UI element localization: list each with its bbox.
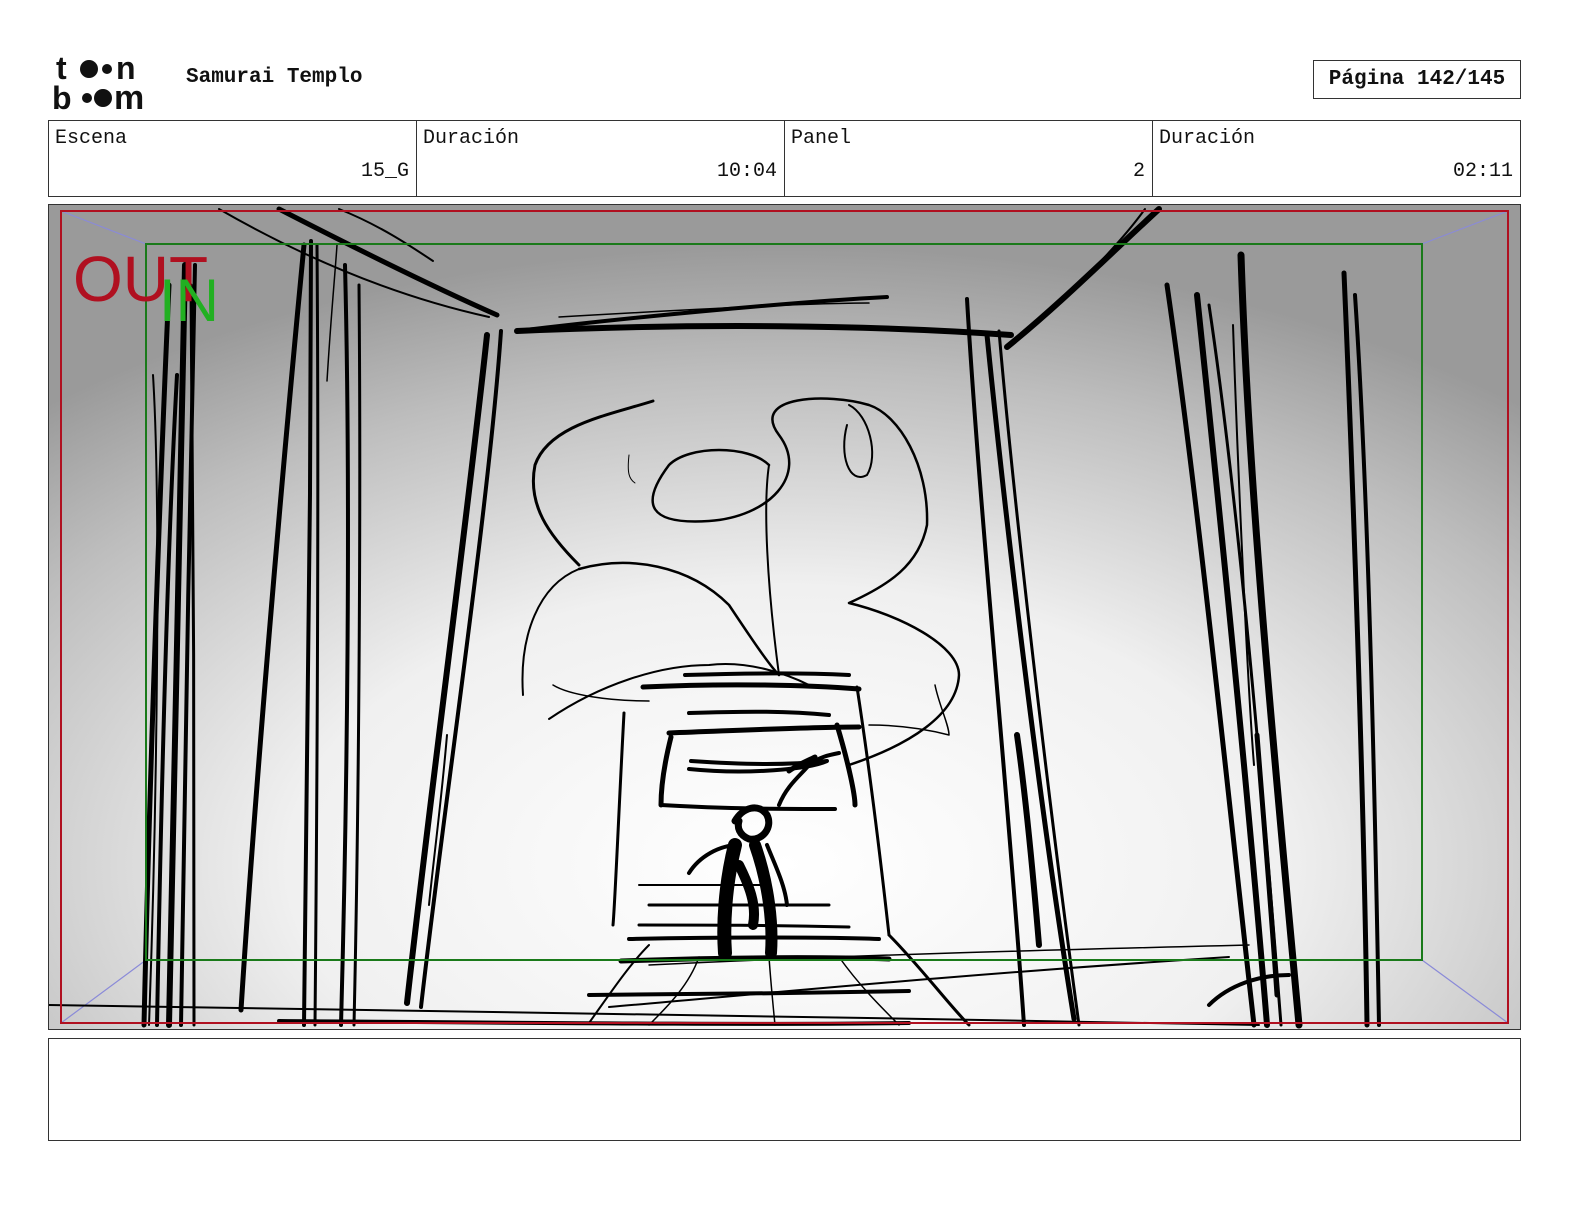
page-number: Página 142/145	[1313, 60, 1521, 99]
toonboom-logo: t n b m	[52, 52, 144, 112]
storyboard-panel: OUT IN	[48, 204, 1521, 1030]
panel-label: Panel	[791, 127, 852, 150]
panel-drawing: OUT IN	[49, 205, 1520, 1029]
logo-dot	[94, 89, 112, 107]
scene-value: 15_G	[360, 160, 409, 183]
panel-value: 2	[1132, 160, 1145, 183]
scene-duration-cell: Duración 10:04	[417, 121, 785, 196]
scene-cell: Escena 15_G	[49, 121, 417, 196]
panel-notes[interactable]	[48, 1038, 1521, 1141]
in-label: IN	[159, 267, 219, 334]
scene-duration-label: Duración	[423, 127, 520, 150]
project-title: Samurai Templo	[186, 66, 363, 89]
logo-letter-m: m	[114, 79, 144, 112]
logo-letter-b: b	[52, 80, 72, 112]
panel-cell: Panel 2	[785, 121, 1153, 196]
scene-label: Escena	[55, 127, 128, 150]
logo-dot	[80, 60, 98, 78]
panel-info-table: Escena 15_G Duración 10:04 Panel 2 Durac…	[48, 120, 1521, 197]
logo-dot	[82, 93, 92, 103]
panel-duration-value: 02:11	[1452, 160, 1513, 183]
panel-duration-label: Duración	[1159, 127, 1256, 150]
panel-duration-cell: Duración 02:11	[1153, 121, 1520, 196]
scene-duration-value: 10:04	[716, 160, 777, 183]
logo-dot	[102, 64, 112, 74]
